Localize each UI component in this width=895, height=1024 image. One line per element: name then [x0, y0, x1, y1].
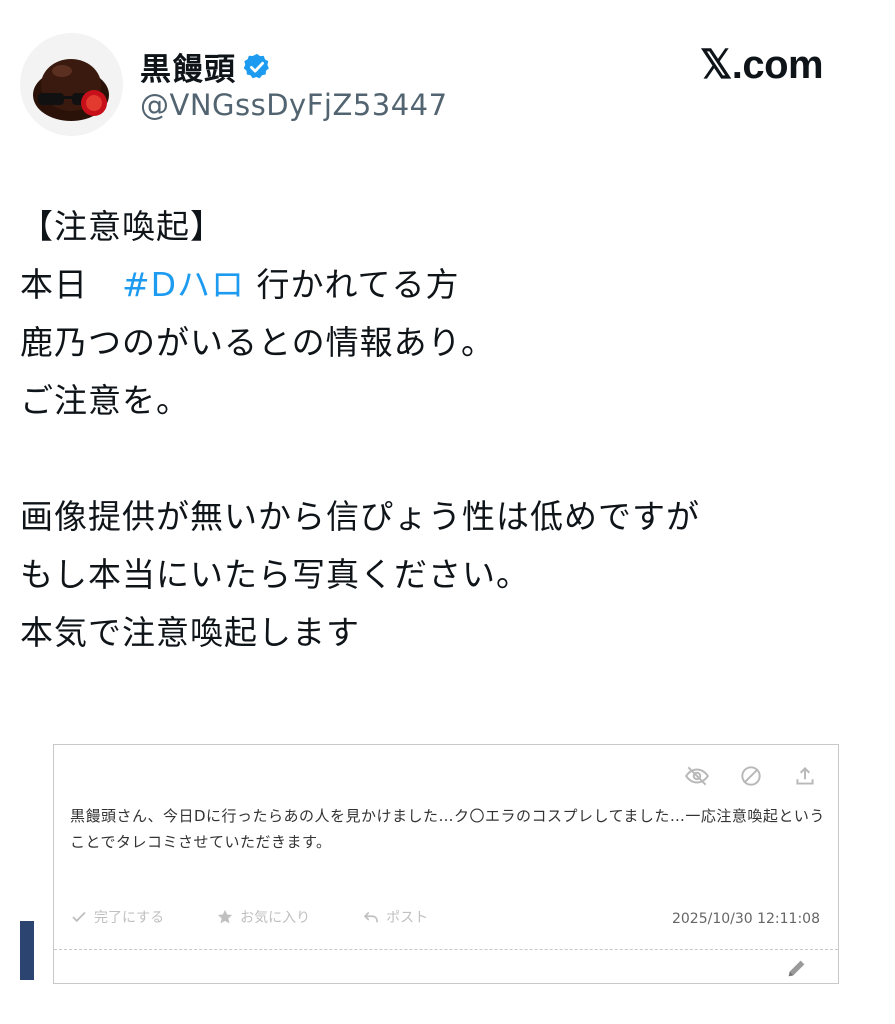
display-name[interactable]: 黒饅頭: [140, 44, 236, 89]
tweet-line-5: 画像提供が無いから信ぴょう性は低めですが: [20, 497, 700, 536]
star-icon: [218, 909, 233, 924]
user-handle[interactable]: @VNGssDyFjZ53447: [140, 88, 448, 122]
tweet-line-1: 【注意喚起】: [20, 207, 224, 246]
display-name-row[interactable]: 黒饅頭: [140, 44, 272, 89]
card-message: 黒饅頭さん、今日Dに行ったらあの人を見かけました…ク〇エラのコスプレしてました……: [70, 807, 825, 851]
tweet-line-6: もし本当にいたら写真ください。: [20, 555, 530, 594]
side-accent-bar: [20, 921, 34, 980]
embedded-message-card: 黒饅頭さん、今日Dに行ったらあの人を見かけました…ク〇エラのコスプレしてました……: [53, 744, 839, 984]
favorite-button[interactable]: お気に入り: [216, 907, 310, 927]
eye-slash-icon[interactable]: [684, 763, 710, 789]
verified-badge-icon: [242, 52, 272, 82]
pencil-icon[interactable]: [786, 957, 808, 979]
complete-label: 完了にする: [94, 910, 165, 926]
post-label: ポスト: [386, 910, 429, 926]
check-icon: [72, 911, 86, 923]
avatar[interactable]: [20, 33, 123, 136]
card-divider: [54, 949, 838, 950]
x-brand-logo: 𝕏.com: [700, 43, 824, 87]
share-icon[interactable]: [792, 763, 818, 789]
tweet-line-3: 鹿乃つのがいるとの情報あり。: [20, 323, 496, 362]
tweet-body: 【注意喚起】 本日 #Dハロ 行かれてる方 鹿乃つのがいるとの情報あり。 ご注意…: [20, 198, 880, 662]
tweet-line-2-post: 行かれてる方: [245, 265, 460, 304]
card-actions: 完了にする お気に入り ポスト: [70, 907, 428, 927]
complete-button[interactable]: 完了にする: [70, 907, 164, 927]
reply-arrow-icon: [363, 911, 378, 923]
tweet-line-2-pre: 本日: [20, 265, 122, 304]
post-button[interactable]: ポスト: [362, 907, 428, 927]
card-toolbar: [684, 763, 818, 789]
timestamp: 2025/10/30 12:11:08: [671, 911, 820, 927]
tweet-line-7: 本気で注意喚起します: [20, 613, 360, 652]
favorite-label: お気に入り: [240, 910, 311, 926]
tweet-line-4: ご注意を。: [20, 381, 190, 420]
hashtag-link[interactable]: #Dハロ: [122, 265, 245, 304]
block-icon[interactable]: [738, 763, 764, 789]
